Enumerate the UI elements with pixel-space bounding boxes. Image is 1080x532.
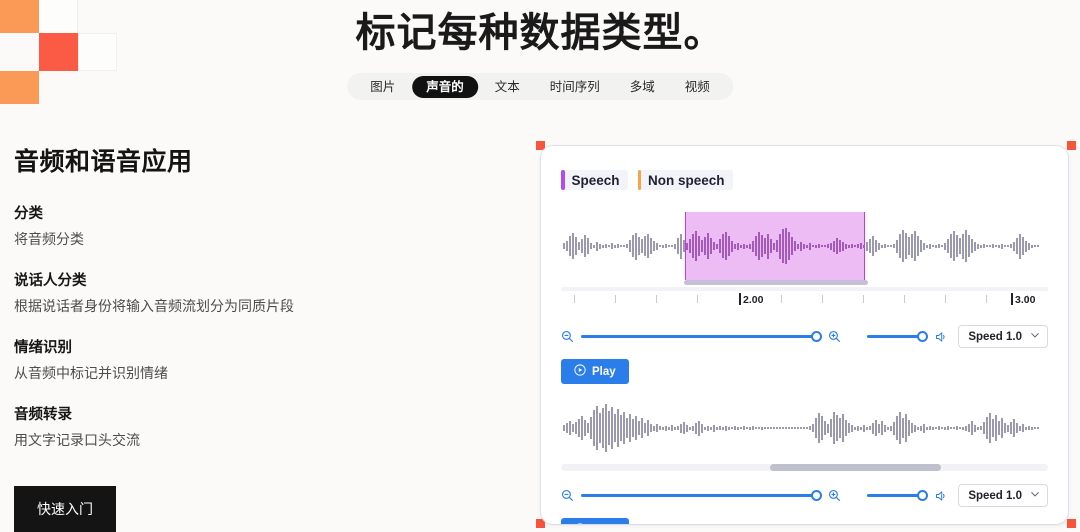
ruler-baseline <box>561 287 1048 291</box>
label-chip-text: Non speech <box>648 172 725 188</box>
feature-title: 情绪识别 <box>14 340 72 356</box>
audio-panel-wrapper: Speech Non speech 2.00 3.00 Speed 1.0 Pl… <box>536 141 1076 528</box>
zoom-in-icon[interactable] <box>828 489 841 502</box>
chevron-down-icon <box>1030 489 1040 502</box>
ruler-label-2: 2.00 <box>743 294 764 306</box>
play-button-two[interactable]: Play <box>561 518 629 524</box>
label-chip-non-speech[interactable]: Non speech <box>637 170 733 190</box>
waveform-block-one: 2.00 3.00 Speed 1.0 Play <box>561 212 1048 384</box>
feature-item: 情绪识别 从音频中标记并识别情绪 <box>14 336 484 383</box>
play-circle-icon <box>574 523 586 524</box>
zoom-out-icon[interactable] <box>561 330 574 343</box>
waveform-block-two: Speed 1.0 Play <box>561 402 1048 524</box>
waveform-graphic-two <box>563 404 1039 452</box>
player-controls-two: Speed 1.0 <box>561 484 1048 507</box>
label-chip-row: Speech Non speech <box>561 170 1048 190</box>
feature-title: 音频转录 <box>14 407 72 423</box>
tab-multidomain[interactable]: 多域 <box>617 77 668 97</box>
volume-slider-knob[interactable] <box>917 330 929 342</box>
ruler-label-3: 3.00 <box>1015 294 1036 306</box>
feature-item: 分类 将音频分类 <box>14 202 484 249</box>
tab-image[interactable]: 图片 <box>357 77 408 97</box>
tab-audio[interactable]: 声音的 <box>412 75 478 98</box>
tab-text[interactable]: 文本 <box>482 77 533 97</box>
timeline-ruler[interactable]: 2.00 3.00 <box>561 287 1048 313</box>
region-drag-handle[interactable] <box>684 280 868 285</box>
speed-dropdown-value: Speed 1.0 <box>968 489 1023 502</box>
page-title: 标记每种数据类型。 <box>355 11 725 55</box>
feature-item: 说话人分类 根据说话者身份将输入音频流划分为同质片段 <box>14 269 484 316</box>
volume-slider-two[interactable] <box>867 489 929 503</box>
volume-icon[interactable] <box>935 331 947 343</box>
audio-annotation-panel: Speech Non speech 2.00 3.00 Speed 1.0 Pl… <box>541 146 1068 524</box>
page-root: 标记每种数据类型。 图片 声音的 文本 时间序列 多域 视频 音频和语音应用 分… <box>0 0 1080 532</box>
volume-slider-knob[interactable] <box>917 489 929 501</box>
play-button-one[interactable]: Play <box>561 359 629 384</box>
tab-video[interactable]: 视频 <box>672 77 723 97</box>
play-button-label: Play <box>592 365 616 378</box>
waveform-graphic-one <box>563 228 1039 264</box>
player-controls-one: Speed 1.0 <box>561 325 1048 348</box>
corner-marker-bottom-right <box>1067 519 1076 528</box>
label-color-swatch-speech <box>561 170 565 190</box>
volume-icon[interactable] <box>935 490 947 502</box>
scrollbar-thumb[interactable] <box>770 464 941 471</box>
feature-desc: 将音频分类 <box>14 231 84 247</box>
zoom-slider-one[interactable] <box>581 330 823 344</box>
zoom-slider-two[interactable] <box>581 489 823 503</box>
feature-item: 音频转录 用文字记录口头交流 <box>14 403 484 450</box>
speed-dropdown-two[interactable]: Speed 1.0 <box>958 484 1048 507</box>
label-chip-text: Speech <box>571 172 620 188</box>
zoom-slider-knob[interactable] <box>811 489 823 501</box>
feature-desc: 用文字记录口头交流 <box>14 432 140 448</box>
zoom-in-icon[interactable] <box>828 330 841 343</box>
label-color-swatch-non-speech <box>637 170 642 190</box>
corner-marker-top-right <box>1067 141 1076 150</box>
zoom-slider-track <box>581 494 822 497</box>
zoom-slider-knob[interactable] <box>811 330 823 342</box>
label-chip-speech[interactable]: Speech <box>561 170 628 190</box>
feature-desc: 根据说话者身份将输入音频流划分为同质片段 <box>14 298 294 314</box>
section-heading: 音频和语音应用 <box>14 148 193 176</box>
zoom-out-icon[interactable] <box>561 489 574 502</box>
tab-timeseries[interactable]: 时间序列 <box>537 77 613 97</box>
waveform-scrollbar[interactable] <box>561 464 1048 472</box>
volume-slider-one[interactable] <box>867 330 929 344</box>
waveform-canvas-one[interactable] <box>561 212 1048 285</box>
chevron-down-icon <box>1030 330 1040 343</box>
zoom-slider-track <box>581 335 822 338</box>
category-tabbar: 图片 声音的 文本 时间序列 多域 视频 <box>347 73 733 100</box>
get-started-button[interactable]: 快速入门 <box>14 486 116 532</box>
waveform-canvas-two[interactable] <box>561 402 1048 454</box>
feature-title: 分类 <box>14 206 43 222</box>
speed-dropdown-one[interactable]: Speed 1.0 <box>958 325 1048 348</box>
speed-dropdown-value: Speed 1.0 <box>968 330 1023 343</box>
feature-desc: 从音频中标记并识别情绪 <box>14 365 168 381</box>
logo-square-orange-bottom <box>0 71 39 104</box>
play-circle-icon <box>574 364 586 379</box>
feature-title: 说话人分类 <box>14 273 87 289</box>
left-column: 音频和语音应用 分类 将音频分类 说话人分类 根据说话者身份将输入音频流划分为同… <box>14 142 484 532</box>
